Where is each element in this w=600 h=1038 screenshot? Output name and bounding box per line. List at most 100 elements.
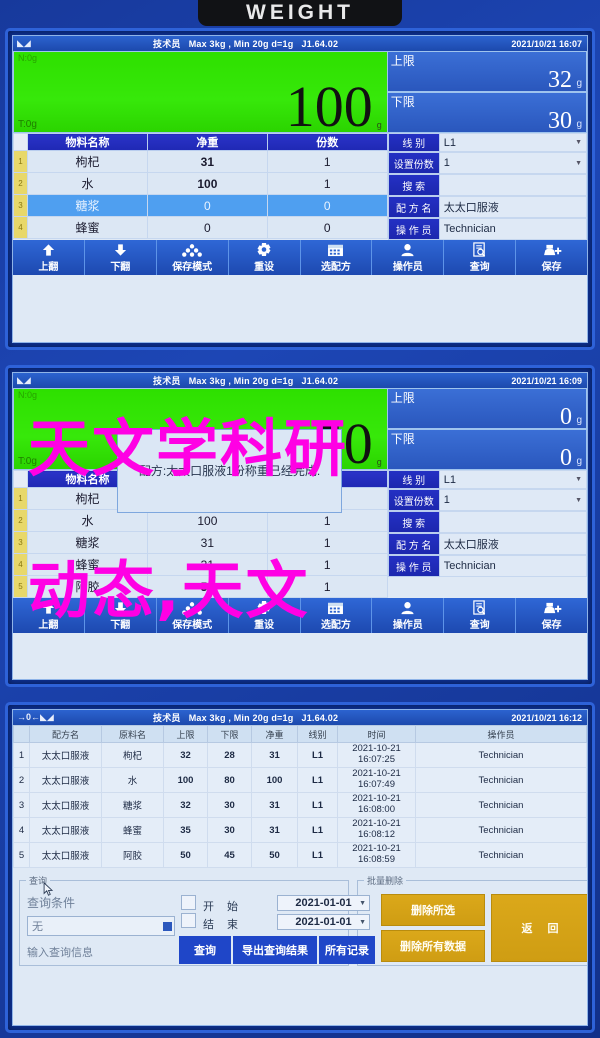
table-row[interactable]: 4 太太口服液 蜂蜜 35 30 31 L1 2021-10-21 16:08:12 Techni… [13, 817, 587, 843]
export-results-button[interactable]: 导出查询结果 [233, 936, 317, 964]
weight-value-1: 100 [285, 74, 373, 139]
field-value[interactable]: 1 ▼ [439, 152, 587, 174]
toolbar-button-user[interactable]: 操作员 [372, 240, 445, 275]
end-date-input[interactable]: 2021-01-01 ▼ [277, 914, 370, 930]
chevron-down-icon[interactable]: ▼ [575, 160, 582, 167]
records-table[interactable]: 配方名 原料名 上限 下限 净重 线别 时间 操作员 1 太太口服液 枸杞 32 28 3… [13, 725, 587, 868]
weight-display-row-1: N:0g 100 g T:0g 上限 32 g 下限 30 g [13, 51, 587, 139]
toolbar-button-calendar[interactable]: 选配方 [301, 240, 373, 275]
delete-selected-button[interactable]: 删除所选 [381, 894, 485, 926]
field-value[interactable] [439, 511, 587, 533]
table-row[interactable]: 2 太太口服液水 100 80 100 L1 2021-10-21 16:07:49 Techn… [13, 767, 587, 793]
query-condition-dropdown-icon[interactable] [163, 921, 172, 931]
toolbar-button-label: 保存 [541, 620, 562, 631]
end-date-chevron-down-icon[interactable]: ▼ [359, 919, 366, 926]
field-label: 搜 索 [387, 511, 440, 533]
table-row[interactable]: 5 阿胶 50 1 [13, 575, 388, 598]
table-row[interactable]: 3 太太口服液 糖浆 32 30 31 L1 2021-10-21 16:08:00 Techni… [13, 792, 587, 818]
user-icon [400, 600, 415, 615]
cell-material: 枸杞 [101, 742, 164, 768]
toolbar-button-stack[interactable]: 保存模式 [157, 240, 229, 275]
col-recipe: 配方名 [29, 725, 102, 743]
toolbar-button-document-search[interactable]: 查询 [444, 598, 517, 633]
chevron-down-icon[interactable]: ▼ [575, 476, 582, 483]
weight-unit-2: g [376, 457, 382, 467]
row-index: 5 [13, 575, 28, 598]
back-button[interactable]: 返 回 [491, 894, 587, 962]
toolbar-button-arrow-down[interactable]: 下翻 [85, 240, 157, 275]
cell-line: L1 [297, 817, 338, 843]
cell-time: 2021-10-21 16:07:49 [337, 767, 416, 793]
toolbar-button-arrow-down[interactable]: 下翻 [85, 598, 157, 633]
field-value[interactable]: 太太口服液 [439, 533, 587, 555]
toolbar-button-gear[interactable]: 重设 [229, 598, 301, 633]
toolbar-button-stack[interactable]: 保存模式 [157, 598, 229, 633]
col-net: 净重 [251, 725, 298, 743]
table-row[interactable]: 1 太太口服液 枸杞 32 28 31 L1 2021-10-21 16:07:25 Techni… [13, 742, 587, 768]
table-row[interactable]: 5 太太口服液 阿胶 50 45 50 L1 2021-10-21 16:08:59 Techni… [13, 842, 587, 868]
table-row[interactable]: 3 糖浆 0 0 [13, 194, 388, 217]
status-bar-2: ◣◢ 技术员 Max 3kg , Min 20g d=1g J1.64.02 2… [13, 373, 587, 388]
toolbar-button-document-search[interactable]: 查询 [444, 240, 517, 275]
lower-limit-unit-2: g [576, 456, 582, 467]
status-datetime-2: 2021/10/21 16:09 [511, 375, 582, 386]
end-date-checkbox[interactable] [181, 913, 196, 928]
table-row[interactable]: 1枸杞311 [13, 150, 388, 173]
material-table-1[interactable]: 物料名称 净重 份数 1 枸杞 31 1 2 水 100 1 3 糖浆 0 0 4 蜂蜜 0 0 [13, 133, 388, 239]
table-row[interactable]: 3 糖浆 31 1 [13, 531, 388, 554]
toolbar-button-label: 下翻 [110, 620, 131, 631]
query-button[interactable]: 查询 [179, 936, 231, 964]
field-row: 搜 索 [387, 174, 587, 196]
chevron-down-icon[interactable]: ▼ [575, 139, 582, 146]
field-value[interactable] [439, 174, 587, 196]
cell-operator: Technician [415, 767, 587, 793]
cell-time: 2021-10-21 16:08:00 [337, 792, 416, 818]
toolbar-button-gear[interactable]: 重设 [229, 240, 301, 275]
query-keyword-placeholder[interactable]: 输入查询信息 [27, 944, 93, 960]
query-condition-select[interactable]: 无 [27, 916, 175, 936]
toolbar-button-user[interactable]: 操作员 [372, 598, 445, 633]
toolbar-button-arrow-up[interactable]: 上翻 [13, 240, 85, 275]
start-date-checkbox[interactable] [181, 895, 196, 910]
col-material-name-1: 物料名称 [27, 133, 148, 151]
field-value[interactable]: Technician [439, 218, 587, 240]
toolbar-button-label: 重设 [254, 620, 275, 631]
upper-limit-label-1: 上限 [390, 54, 415, 68]
delete-all-button[interactable]: 删除所有数据 [381, 930, 485, 962]
row-index: 4 [13, 553, 28, 576]
query-condition-label: 查询条件 [27, 896, 76, 910]
field-value[interactable]: L1 ▼ [439, 470, 587, 489]
toolbar-button-calendar[interactable]: 选配方 [301, 598, 373, 633]
start-date-input[interactable]: 2021-01-01 ▼ [277, 895, 370, 911]
field-value[interactable]: L1 ▼ [439, 133, 587, 152]
table-row[interactable]: 4 蜂蜜 31 1 [13, 553, 388, 576]
all-records-button[interactable]: 所有记录 [319, 936, 375, 964]
document-search-icon [472, 242, 487, 257]
start-date-chevron-down-icon[interactable]: ▼ [359, 900, 366, 907]
field-row: 线 别 L1 ▼ [387, 470, 587, 489]
cell-lower: 28 [207, 742, 252, 768]
completion-dialog[interactable]: 配方:太太口服液1份称重已经完成. [117, 429, 342, 513]
status-indicators-2: ◣◢ [13, 375, 153, 386]
cell-net: 100 [251, 767, 298, 793]
cell-portions: 0 [266, 194, 388, 217]
cell-material: 糖浆 [101, 792, 164, 818]
col-lower: 下限 [207, 725, 252, 743]
upper-limit-unit-2: g [576, 415, 582, 426]
records-screen-3: →0←◣◢ 技术员 Max 3kg , Min 20g d=1g J1.64.0… [12, 709, 588, 1026]
arrow-down-icon [113, 600, 128, 615]
cell-time: 2021-10-21 16:07:25 [337, 742, 416, 768]
status-capacity-2: Max 3kg , Min 20g d=1g [188, 376, 294, 386]
toolbar-button-arrow-up[interactable]: 上翻 [13, 598, 85, 633]
toolbar-button-save-plus[interactable]: 保存 [516, 240, 587, 275]
field-value[interactable]: 1 ▼ [439, 489, 587, 511]
cell-net-weight: 0 [146, 194, 268, 217]
field-value[interactable]: 太太口服液 [439, 196, 587, 218]
field-value[interactable]: Technician [439, 555, 587, 577]
field-row: 操 作 员 Technician [387, 218, 587, 240]
field-label: 线 别 [387, 470, 440, 489]
toolbar-button-save-plus[interactable]: 保存 [516, 598, 587, 633]
table-row[interactable]: 4 蜂蜜 0 0 [13, 216, 388, 239]
table-row[interactable]: 2 水 100 1 [13, 172, 388, 195]
chevron-down-icon[interactable]: ▼ [575, 497, 582, 504]
